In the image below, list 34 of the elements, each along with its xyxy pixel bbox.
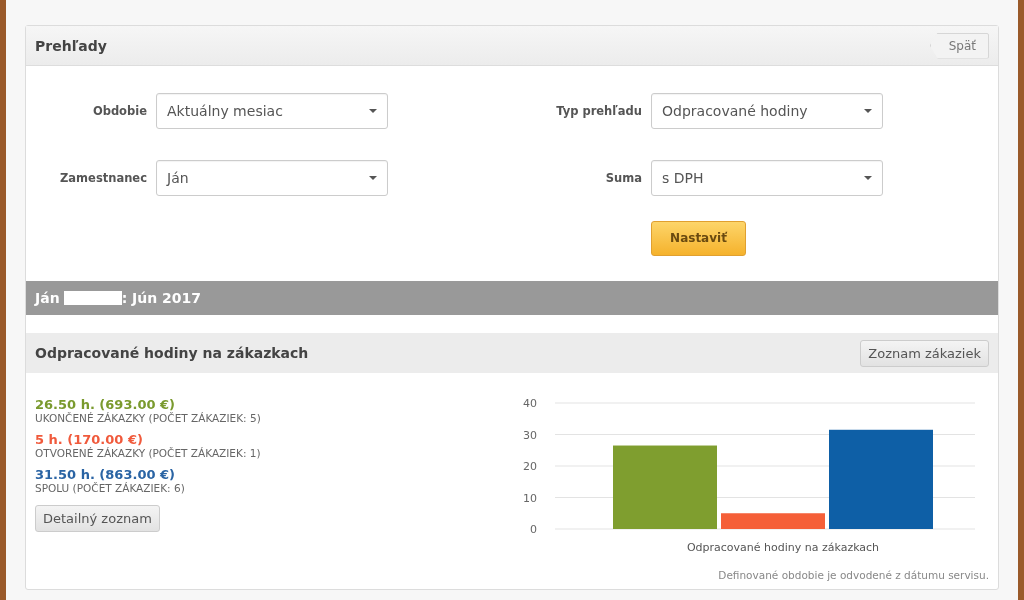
dropdown-field[interactable]: s DPH bbox=[651, 159, 883, 196]
summary-value: 5 h. (170.00 €) bbox=[35, 432, 144, 447]
dropdown-field[interactable]: Aktuálny mesiac bbox=[156, 92, 388, 129]
summary-caption: SPOLU (POČET ZÁKAZIEK: 6) bbox=[35, 482, 186, 494]
filter-label: Typ prehľadu bbox=[555, 103, 642, 118]
axis-tick-label: 0 bbox=[530, 523, 537, 536]
filter-label: Zamestnanec bbox=[59, 170, 147, 185]
summary-value: 31.50 h. (863.00 €) bbox=[35, 467, 176, 482]
axis-tick-label: 40 bbox=[523, 397, 537, 410]
caret-icon bbox=[369, 108, 377, 113]
employee-name: Ján bbox=[35, 290, 60, 306]
order-list-button[interactable]: Zoznam zákaziek bbox=[860, 339, 989, 367]
caret-icon bbox=[864, 175, 872, 180]
axis-tick-label: 10 bbox=[523, 491, 537, 505]
filter-label: Obdobie bbox=[91, 103, 147, 118]
caret-icon bbox=[864, 108, 872, 113]
panel-title: Prehľady bbox=[35, 37, 107, 54]
footnote: Definované obdobie je odvodené z dátumu servisu. bbox=[718, 569, 989, 581]
summary-caption: UKONČENÉ ZÁKAZKY (POČET ZÁKAZIEK: 5) bbox=[35, 412, 262, 424]
summary-value: 26.50 h. (693.00 €) bbox=[35, 397, 176, 412]
section-title: Odpracované hodiny na zákazkach bbox=[35, 345, 309, 361]
redaction-block bbox=[63, 291, 122, 305]
filter-label: Suma bbox=[604, 170, 642, 185]
detail-list-button[interactable]: Detailný zoznam bbox=[35, 505, 160, 532]
dropdown-field[interactable]: Ján bbox=[156, 159, 388, 196]
caret-icon bbox=[369, 175, 377, 180]
report-period: : Jún 2017 bbox=[121, 290, 202, 306]
category-label: Odpracované hodiny na zákazkach bbox=[686, 541, 880, 554]
back-button[interactable]: Späť bbox=[929, 32, 989, 59]
summary-caption: OTVORENÉ ZÁKAZKY (POČET ZÁKAZIEK: 1) bbox=[35, 447, 262, 459]
dropdown-field[interactable]: Odpracované hodiny bbox=[651, 92, 883, 129]
axis-tick-label: 30 bbox=[523, 428, 537, 442]
axis-tick-label: 20 bbox=[523, 460, 537, 473]
apply-button[interactable]: Nastaviť bbox=[651, 220, 746, 256]
